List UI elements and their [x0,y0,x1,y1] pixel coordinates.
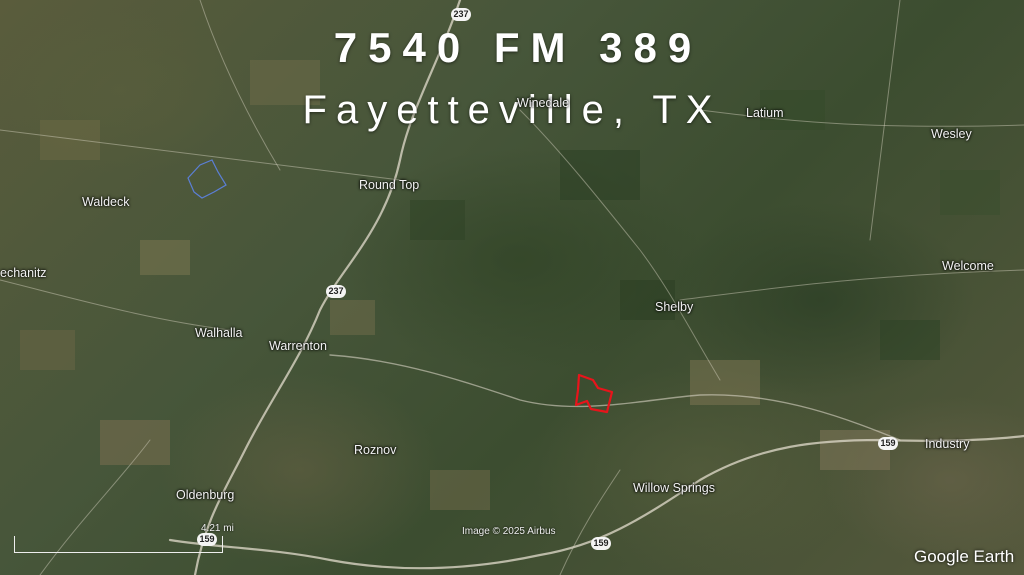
reservoir-outline [187,159,227,199]
place-label-mechanitz: echanitz [0,266,47,280]
route-shield-159-bottom: 159 [591,537,611,550]
place-label-industry: Industry [925,437,970,451]
fm-389 [329,354,901,441]
scale-bar [14,536,223,553]
imagery-credit: Image © 2025 Airbus [462,526,556,537]
place-label-welcome: Welcome [942,259,994,273]
place-label-oldenburg: Oldenburg [176,488,235,502]
roads [0,0,1024,575]
place-label-wesley: Wesley [931,127,972,141]
place-label-willow-springs: Willow Springs [633,481,715,495]
place-label-waldeck: Waldeck [82,195,130,209]
route-shield-159-right: 159 [878,437,898,450]
place-label-winedale: Winedale [517,96,570,110]
property-city: Fayetteville, TX [302,88,722,132]
place-label-round-top: Round Top [359,178,420,192]
satellite-map[interactable]: 7540 FM 389 Fayetteville, TX Winedale La… [0,0,1024,575]
place-label-walhalla: Walhalla [195,326,243,340]
place-label-latium: Latium [746,106,784,120]
place-label-warrenton: Warrenton [269,339,327,353]
place-label-roznov: Roznov [354,443,397,457]
route-shield-237-mid: 237 [326,285,346,298]
google-earth-logo: Google Earth [914,547,1015,566]
property-address: 7540 FM 389 [333,24,703,71]
route-shield-237-top: 237 [451,8,471,21]
scale-label: 4.21 mi [201,523,234,534]
map-texture [0,0,1024,575]
place-label-shelby: Shelby [655,300,694,314]
